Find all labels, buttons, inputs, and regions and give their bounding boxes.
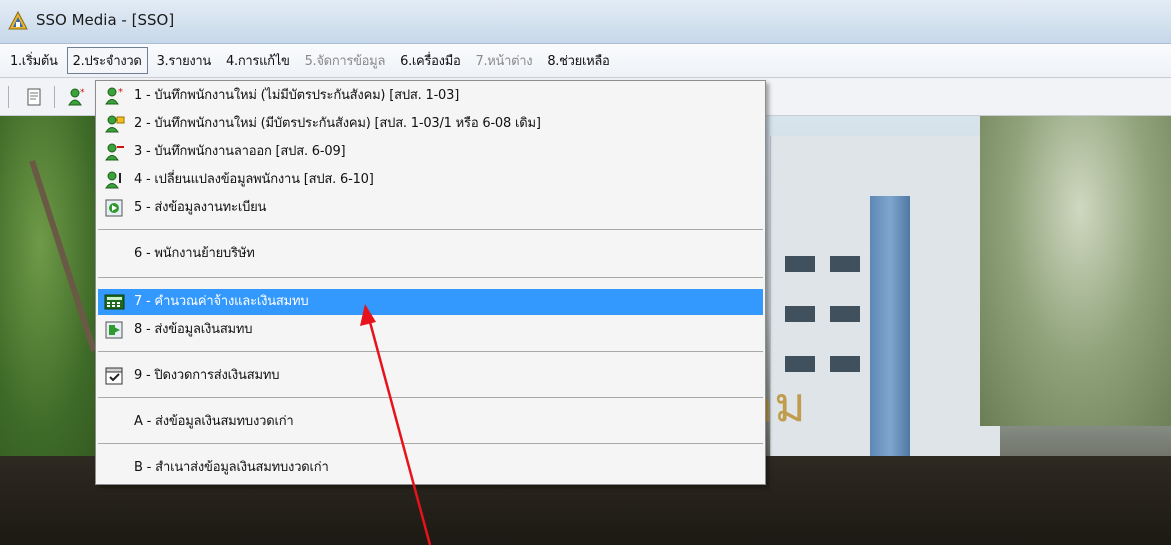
document-icon[interactable] bbox=[24, 87, 44, 107]
background-window bbox=[830, 356, 860, 372]
person-remove-icon bbox=[105, 143, 124, 161]
title-bar: SSO Media - [SSO] bbox=[0, 0, 1171, 44]
menu-option-label: 5 - ส่งข้อมูลงานทะเบียน bbox=[134, 200, 267, 215]
menu-option-calculate-wages[interactable]: 7 - คำนวณค่าจ้างและเงินสมทบ bbox=[98, 289, 763, 315]
menu-separator bbox=[98, 443, 763, 444]
toolbar-separator bbox=[54, 86, 55, 108]
menu-option-label: 2 - บันทึกพนักงานใหม่ (มีบัตรประกันสังคม… bbox=[134, 116, 541, 131]
menu-tools[interactable]: 6.เครื่องมือ bbox=[394, 47, 466, 74]
person-edit-icon bbox=[105, 171, 121, 189]
background-window bbox=[785, 306, 815, 322]
svg-text:*: * bbox=[80, 88, 85, 98]
menu-option-label: 1 - บันทึกพนักงานใหม่ (ไม่มีบัตรประกันสั… bbox=[134, 88, 460, 103]
menu-option-employee-resign[interactable]: 3 - บันทึกพนักงานลาออก [สปส. 6-09] bbox=[98, 139, 763, 165]
menu-data-management[interactable]: 5.จัดการข้อมูล bbox=[299, 47, 392, 74]
menu-option-label: B - สำเนาส่งข้อมูลเงินสมทบงวดเก่า bbox=[134, 460, 329, 475]
menu-option-label: 9 - ปิดงวดการส่งเงินสมทบ bbox=[134, 368, 280, 383]
menu-edit[interactable]: 4.การแก้ไข bbox=[220, 47, 296, 74]
toolbar-separator bbox=[8, 86, 9, 108]
menu-option-copy-old-contribution[interactable]: B - สำเนาส่งข้อมูลเงินสมทบงวดเก่า bbox=[98, 455, 763, 481]
person-card-icon bbox=[105, 115, 125, 133]
menu-option-close-period[interactable]: 9 - ปิดงวดการส่งเงินสมทบ bbox=[98, 363, 763, 389]
menu-option-new-employee-no-card[interactable]: * 1 - บันทึกพนักงานใหม่ (ไม่มีบัตรประกัน… bbox=[98, 83, 763, 109]
menu-option-label: A - ส่งข้อมูลเงินสมทบงวดเก่า bbox=[134, 414, 294, 429]
menu-periodic[interactable]: 2.ประจำงวด bbox=[66, 47, 148, 74]
menu-separator bbox=[98, 277, 763, 278]
menu-option-label: 6 - พนักงานย้ายบริษัท bbox=[134, 246, 255, 261]
menu-option-label: 7 - คำนวณค่าจ้างและเงินสมทบ bbox=[134, 294, 309, 309]
menu-separator bbox=[98, 397, 763, 398]
sso-logo-icon bbox=[8, 11, 28, 30]
menu-option-new-employee-with-card[interactable]: 2 - บันทึกพนักงานใหม่ (มีบัตรประกันสังคม… bbox=[98, 111, 763, 137]
menu-start[interactable]: 1.เริ่มต้น bbox=[4, 47, 64, 74]
menu-option-send-registration[interactable]: 5 - ส่งข้อมูลงานทะเบียน bbox=[98, 195, 763, 221]
periodic-dropdown-menu: * 1 - บันทึกพนักงานใหม่ (ไม่มีบัตรประกัน… bbox=[95, 80, 766, 485]
background-building-glass bbox=[870, 196, 910, 496]
svg-text:*: * bbox=[118, 87, 123, 98]
background-window bbox=[785, 356, 815, 372]
menu-option-employee-transfer[interactable]: 6 - พนักงานย้ายบริษัท bbox=[98, 241, 763, 267]
menu-option-label: 8 - ส่งข้อมูลเงินสมทบ bbox=[134, 322, 253, 337]
person-add-icon: * bbox=[105, 87, 123, 105]
menu-option-change-employee-data[interactable]: 4 - เปลี่ยนแปลงข้อมูลพนักงาน [สปส. 6-10] bbox=[98, 167, 763, 193]
menu-window[interactable]: 7.หน้าต่าง bbox=[469, 47, 538, 74]
menu-separator bbox=[98, 229, 763, 230]
menu-help[interactable]: 8.ช่วยเหลือ bbox=[541, 47, 615, 74]
background-window bbox=[830, 306, 860, 322]
background-window bbox=[785, 256, 815, 272]
menu-bar: 1.เริ่มต้น 2.ประจำงวด 3.รายงาน 4.การแก้ไ… bbox=[0, 44, 1171, 78]
menu-separator bbox=[98, 351, 763, 352]
calculator-icon bbox=[104, 294, 125, 310]
add-person-icon[interactable]: * bbox=[66, 87, 86, 107]
close-period-icon bbox=[105, 367, 123, 385]
window-title: SSO Media - [SSO] bbox=[36, 11, 175, 29]
menu-option-label: 4 - เปลี่ยนแปลงข้อมูลพนักงาน [สปส. 6-10] bbox=[134, 172, 374, 187]
send-contribution-icon bbox=[105, 321, 123, 339]
send-data-icon bbox=[105, 199, 123, 217]
menu-option-send-old-contribution[interactable]: A - ส่งข้อมูลเงินสมทบงวดเก่า bbox=[98, 409, 763, 435]
menu-report[interactable]: 3.รายงาน bbox=[151, 47, 217, 74]
background-window bbox=[830, 256, 860, 272]
menu-option-send-contribution[interactable]: 8 - ส่งข้อมูลเงินสมทบ bbox=[98, 317, 763, 343]
menu-option-label: 3 - บันทึกพนักงานลาออก [สปส. 6-09] bbox=[134, 144, 346, 159]
